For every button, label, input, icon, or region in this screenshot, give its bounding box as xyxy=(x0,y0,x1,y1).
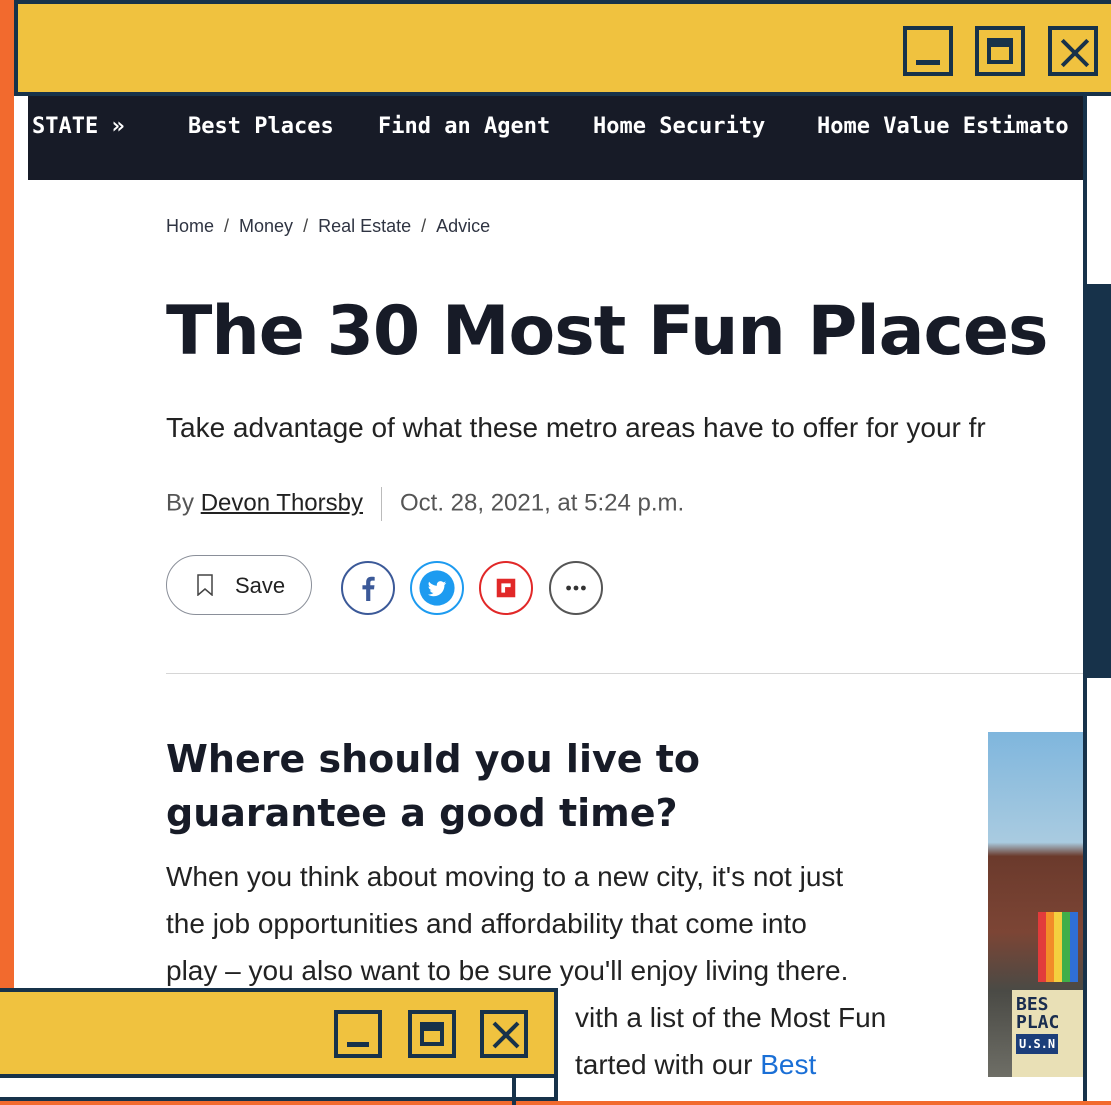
vertical-scrollbar[interactable] xyxy=(1083,96,1111,1101)
breadcrumb-real-estate[interactable]: Real Estate xyxy=(318,216,411,236)
more-icon xyxy=(566,585,586,591)
breadcrumb-home[interactable]: Home xyxy=(166,216,214,236)
body-line: the job opportunities and affordability … xyxy=(166,908,807,939)
body-text: tarted with our xyxy=(575,1049,761,1080)
breadcrumb-advice[interactable]: Advice xyxy=(436,216,490,236)
sign-line: PLAC xyxy=(1016,1012,1060,1033)
flag-stripe xyxy=(1038,912,1046,982)
facebook-share-button[interactable] xyxy=(341,561,395,615)
nav-item-real-estate[interactable]: STATE » xyxy=(32,114,125,139)
article-title: The 30 Most Fun Places xyxy=(166,292,1048,371)
minimize-button[interactable] xyxy=(903,26,953,76)
browser-window: STATE » Best Places Find an Agent Home S… xyxy=(0,0,1111,1101)
byline: By Devon Thorsby Oct. 28, 2021, at 5:24 p… xyxy=(166,487,684,521)
nav-item-home-value-estimator[interactable]: Home Value Estimato xyxy=(817,114,1069,139)
save-button[interactable]: Save xyxy=(166,555,312,615)
nav-item-best-places[interactable]: Best Places xyxy=(188,114,334,139)
nav-item-find-an-agent[interactable]: Find an Agent xyxy=(378,114,550,139)
section-heading: Where should you live to guarantee a goo… xyxy=(166,737,701,835)
article-image[interactable]: BES PLAC U.S.N xyxy=(988,732,1083,1077)
breadcrumb: Home / Money / Real Estate / Advice xyxy=(166,216,490,237)
nav-item-home-security[interactable]: Home Security xyxy=(593,114,765,139)
divider xyxy=(166,673,1083,674)
maximize-icon xyxy=(987,38,1013,64)
body-line: When you think about moving to a new cit… xyxy=(166,861,844,892)
close-button[interactable] xyxy=(1048,26,1098,76)
author-link[interactable]: Devon Thorsby xyxy=(201,489,363,516)
best-places-link[interactable]: Best xyxy=(760,1049,816,1080)
window-title-bar[interactable] xyxy=(14,0,1111,96)
article-content: Home / Money / Real Estate / Advice The 30 Mos… xyxy=(28,180,1083,1101)
maximize-icon xyxy=(420,1022,444,1046)
breadcrumb-separator: / xyxy=(421,216,427,236)
facebook-icon xyxy=(362,576,375,601)
flag-stripe xyxy=(1054,912,1062,982)
save-label: Save xyxy=(235,573,286,598)
flag-stripe xyxy=(1046,912,1054,982)
byline-divider xyxy=(381,487,382,521)
flag-stripe xyxy=(1062,912,1070,982)
second-window-title-bar[interactable] xyxy=(0,992,554,1078)
breadcrumb-separator: / xyxy=(224,216,230,236)
bookmark-icon xyxy=(197,574,213,596)
close-button[interactable] xyxy=(480,1010,528,1058)
maximize-button[interactable] xyxy=(975,26,1025,76)
more-share-button[interactable] xyxy=(549,561,603,615)
scrollbar-thumb-edge xyxy=(1087,284,1111,288)
breadcrumb-money[interactable]: Money xyxy=(239,216,293,236)
flipboard-icon xyxy=(496,578,516,598)
twitter-share-button[interactable] xyxy=(410,561,464,615)
flipboard-share-button[interactable] xyxy=(479,561,533,615)
second-window xyxy=(0,988,558,1105)
twitter-icon xyxy=(419,570,455,606)
minimize-button[interactable] xyxy=(334,1010,382,1058)
article-dek: Take advantage of what these metro areas… xyxy=(166,412,986,443)
minimize-icon xyxy=(916,60,940,65)
publish-date: Oct. 28, 2021, at 5:24 p.m. xyxy=(400,489,685,517)
scrollbar-thumb[interactable] xyxy=(1087,284,1111,678)
scrollbar-thumb-edge xyxy=(1087,674,1111,678)
breadcrumb-separator: / xyxy=(303,216,309,236)
top-nav-bar: STATE » Best Places Find an Agent Home S… xyxy=(28,96,1111,180)
flag-stripe xyxy=(1070,912,1078,982)
body-line: play – you also want to be sure you'll e… xyxy=(166,955,849,986)
byline-prefix: By xyxy=(166,489,195,517)
best-places-sign: BES PLAC U.S.N xyxy=(1012,990,1083,1077)
maximize-button[interactable] xyxy=(408,1010,456,1058)
minimize-icon xyxy=(347,1042,369,1047)
usnews-badge: U.S.N xyxy=(1016,1034,1059,1054)
